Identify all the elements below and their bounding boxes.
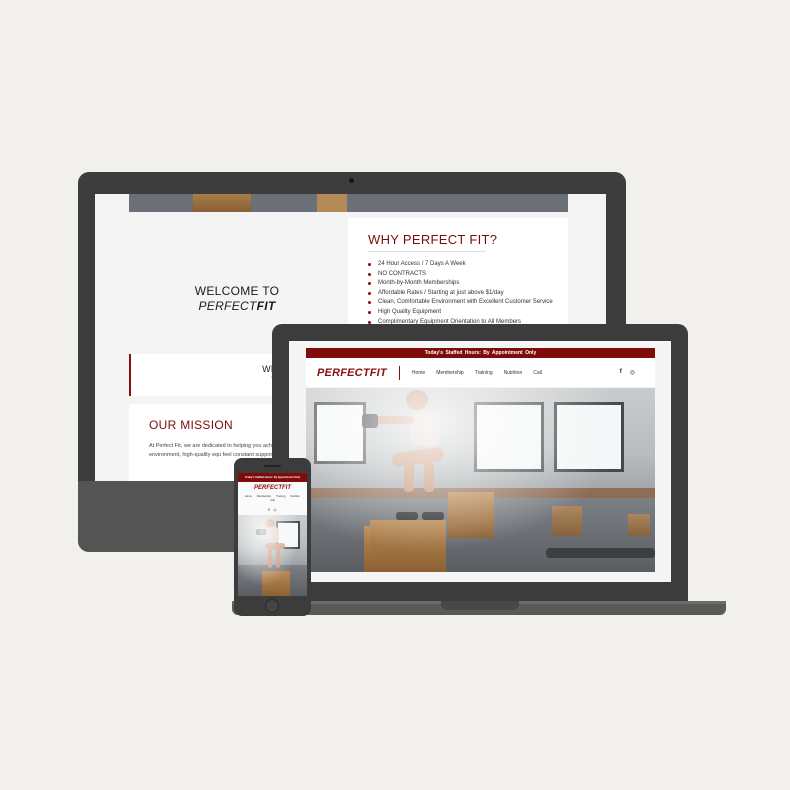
light-glow	[238, 515, 307, 596]
nav-call[interactable]: Call	[533, 370, 542, 376]
logo-part: PERFECT	[317, 366, 370, 379]
social-links: f ◎	[620, 369, 635, 376]
brand-part: PERFECT	[198, 299, 257, 313]
nav-membership[interactable]: Membership	[257, 495, 271, 498]
nav-nutrition[interactable]: Nutrition	[290, 495, 300, 498]
nav-nutrition[interactable]: Nutrition	[504, 370, 523, 376]
nav-training[interactable]: Training	[276, 495, 285, 498]
list-item: 24 Hour Access / 7 Days A Week	[368, 260, 553, 270]
logo-part: FIT	[282, 485, 291, 491]
laptop-screen: Today's Staffed Hours: By Appointment On…	[289, 341, 671, 582]
facebook-icon[interactable]: f	[268, 508, 269, 512]
list-item: Month-by-Month Memberships	[368, 279, 553, 289]
phone-speaker	[264, 465, 281, 467]
instagram-icon[interactable]: ◎	[274, 508, 277, 512]
nav-call[interactable]: Call	[270, 499, 274, 502]
nav-membership[interactable]: Membership	[436, 370, 464, 376]
divider	[368, 251, 486, 252]
logo-part: FIT	[369, 366, 387, 379]
logo-divider	[398, 365, 400, 380]
staffed-hours-bar: Today's Staffed Hours: By Appointment On…	[306, 348, 655, 358]
facebook-icon[interactable]: f	[620, 369, 622, 376]
nav-home[interactable]: Home	[412, 370, 425, 376]
plyo-box-image	[317, 194, 347, 212]
list-item: High Quality Equipment	[368, 308, 553, 318]
why-list: 24 Hour Access / 7 Days A Week NO CONTRA…	[368, 260, 553, 327]
site-logo[interactable]: PERFECTFIT	[317, 367, 387, 379]
main-nav: Home Membership Training Nutrition Call	[238, 495, 307, 502]
list-item: NO CONTRACTS	[368, 270, 553, 280]
list-item: Clean, Comfortable Environment with Exce…	[368, 298, 553, 308]
welcome-brand: PERFECTFIT	[198, 299, 275, 314]
list-item: Affordable Rates / Starting at just abov…	[368, 289, 553, 299]
hero-image-strip	[129, 194, 568, 212]
nav-home[interactable]: Home	[245, 495, 252, 498]
nav-training[interactable]: Training	[475, 370, 493, 376]
instagram-icon[interactable]: ◎	[630, 369, 635, 376]
social-links: f ◎	[238, 508, 307, 512]
webcam-dot	[349, 178, 354, 183]
light-glow	[306, 388, 655, 572]
plyo-box-image	[193, 194, 251, 212]
home-button[interactable]	[265, 599, 279, 613]
site-logo[interactable]: PERFECTFIT	[238, 485, 307, 491]
hero-image	[238, 515, 307, 596]
main-nav: Home Membership Training Nutrition Call	[412, 370, 542, 376]
logo-part: PERFECT	[253, 485, 282, 491]
phone-screen: Today's Staffed Hours: By Appointment On…	[238, 473, 307, 596]
brand-part-bold: FIT	[256, 299, 276, 313]
laptop-notch	[441, 601, 519, 610]
why-title: WHY PERFECT FIT?	[368, 232, 498, 247]
staffed-hours-bar: Today's Staffed Hours: By Appointment On…	[238, 473, 307, 482]
hero-image	[306, 388, 655, 572]
site-header: PERFECTFIT Home Membership Training Nutr…	[306, 358, 655, 387]
welcome-line: WELCOME TO	[194, 284, 280, 298]
why-perfect-fit-card: WHY PERFECT FIT? 24 Hour Access / 7 Days…	[348, 218, 568, 333]
